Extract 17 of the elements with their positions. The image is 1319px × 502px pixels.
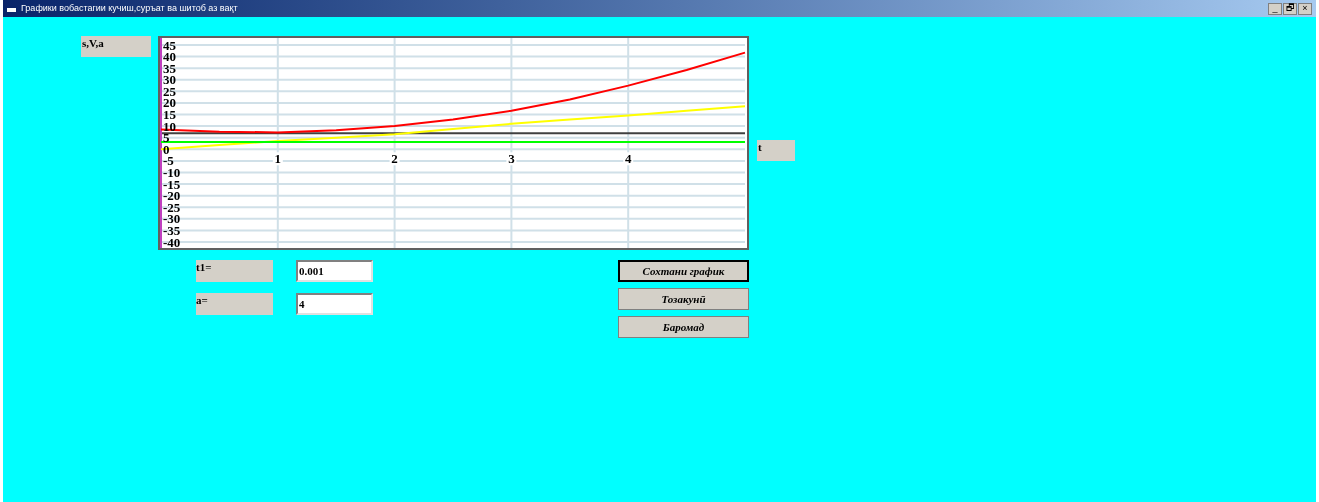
restore-button[interactable]: 🗗 xyxy=(1283,2,1297,15)
window-title: Графики вобастагии кучиш,суръат ва шитоб аз вақт xyxy=(21,4,238,13)
tick-label: 1 xyxy=(274,151,282,167)
action-button[interactable]: Баромад xyxy=(618,316,749,338)
axis-label: s,V,a xyxy=(81,36,151,57)
action-button[interactable]: Сохтани график xyxy=(618,260,749,282)
input-field[interactable]: 4 xyxy=(296,293,373,315)
tick-label: 2 xyxy=(391,151,398,167)
close-button[interactable]: × xyxy=(1298,2,1312,15)
tick-label: 3 xyxy=(508,151,515,167)
action-button[interactable]: Тозакунӣ xyxy=(618,288,749,310)
field-label: t1= xyxy=(196,260,273,282)
field-label: a= xyxy=(196,293,273,315)
minimize-button[interactable]: _ xyxy=(1268,2,1282,15)
axis-label: t xyxy=(757,140,795,161)
input-field[interactable]: 0.001 xyxy=(296,260,373,282)
tick-label: 4 xyxy=(624,151,632,167)
